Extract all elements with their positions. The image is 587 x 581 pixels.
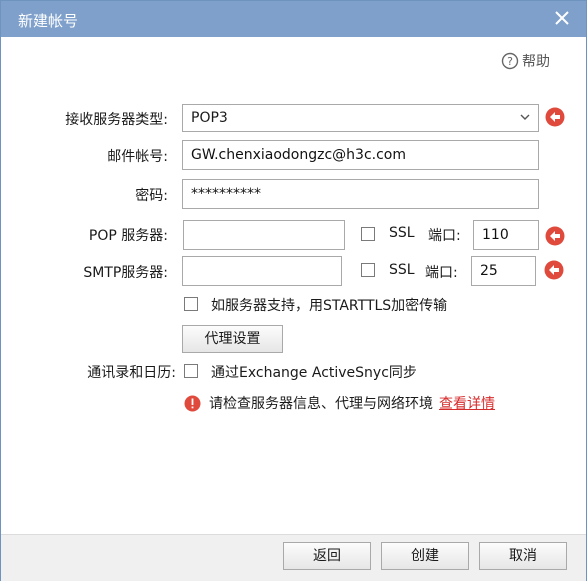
close-icon[interactable] <box>552 8 572 28</box>
error-text: 请检查服务器信息、代理与网络环境 <box>209 396 433 412</box>
window-title: 新建帐号 <box>18 12 79 30</box>
proxy-settings-button[interactable]: 代理设置 <box>182 325 283 353</box>
svg-text:?: ? <box>507 55 513 68</box>
password-input[interactable]: ********** <box>182 179 539 209</box>
arrow-left-icon <box>544 260 564 280</box>
smtp-server-label: SMTP服务器: <box>83 265 168 281</box>
error-icon <box>184 395 201 411</box>
new-account-dialog: 新建帐号 ? 帮助 接收服务器类型: POP3 邮件帐号: GW.chenxia… <box>0 0 587 581</box>
pop-server-input[interactable] <box>183 220 345 250</box>
starttls-checkbox[interactable] <box>184 297 198 311</box>
incoming-type-label: 接收服务器类型: <box>65 112 168 128</box>
pop-ssl-checkbox[interactable] <box>361 227 375 241</box>
pop-port-label: 端口: <box>428 228 461 244</box>
help-link[interactable]: ? 帮助 <box>501 51 550 71</box>
password-label: 密码: <box>135 188 168 204</box>
arrow-left-icon <box>545 107 565 127</box>
exchange-sync-label: 通过Exchange ActiveSnyc同步 <box>211 365 417 381</box>
back-button[interactable]: 返回 <box>283 542 371 570</box>
contacts-label: 通讯录和日历: <box>87 365 176 381</box>
error-message: 请检查服务器信息、代理与网络环境 查看详情 <box>184 393 495 413</box>
starttls-label: 如服务器支持，用STARTTLS加密传输 <box>211 298 448 314</box>
pop-ssl-label: SSL <box>389 225 415 241</box>
arrow-left-icon <box>545 226 565 246</box>
pop-port-input[interactable]: 110 <box>473 220 539 250</box>
smtp-port-label: 端口: <box>425 265 458 281</box>
pop-server-label: POP 服务器: <box>88 228 168 244</box>
smtp-ssl-checkbox[interactable] <box>361 263 375 277</box>
exchange-sync-checkbox[interactable] <box>184 364 198 378</box>
account-input[interactable]: GW.chenxiaodongzc@h3c.com <box>182 140 539 170</box>
smtp-port-input[interactable]: 25 <box>471 256 536 286</box>
view-details-link[interactable]: 查看详情 <box>439 396 495 412</box>
footer-bar: 返回 创建 取消 <box>1 534 586 581</box>
question-icon: ? <box>501 52 519 70</box>
incoming-type-value: POP3 <box>191 110 228 126</box>
chevron-down-icon <box>520 114 530 120</box>
cancel-button[interactable]: 取消 <box>479 542 567 570</box>
incoming-type-select[interactable]: POP3 <box>182 104 539 132</box>
smtp-server-input[interactable] <box>182 256 342 286</box>
create-button[interactable]: 创建 <box>381 542 469 570</box>
title-bar: 新建帐号 <box>1 1 586 37</box>
help-label: 帮助 <box>522 54 550 70</box>
account-label: 邮件帐号: <box>107 149 168 165</box>
smtp-ssl-label: SSL <box>389 262 415 278</box>
